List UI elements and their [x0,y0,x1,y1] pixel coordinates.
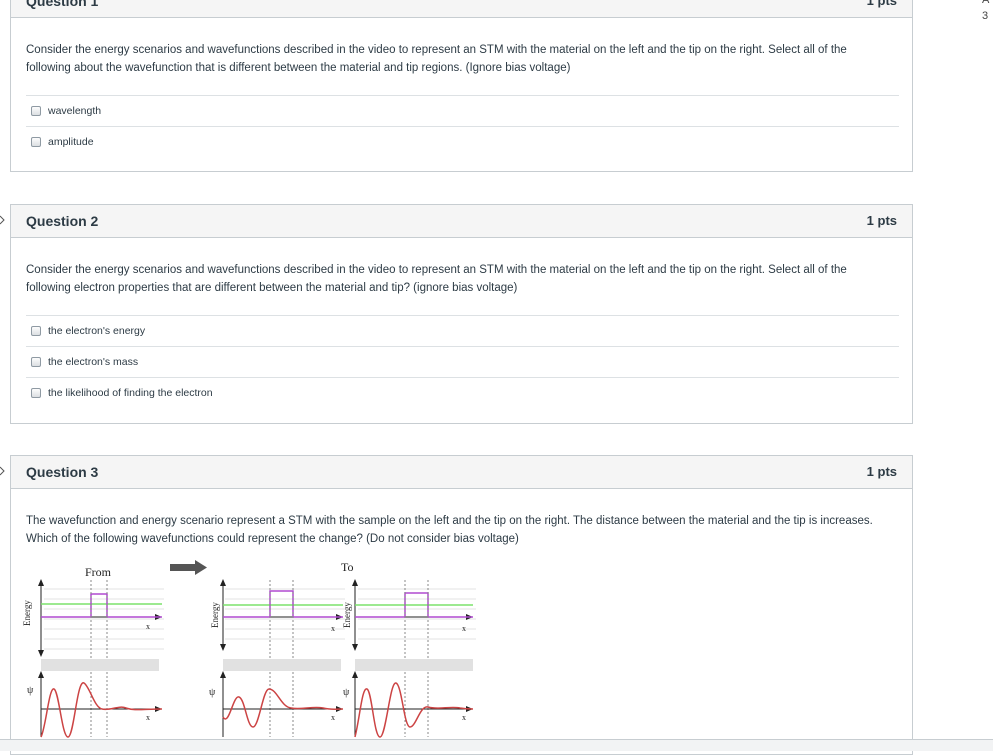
question-2-card: Question 2 1 pts Consider the energy sce… [10,204,913,424]
question-1-answers: wavelength amplitude [26,95,899,157]
question-1-text: Consider the energy scenarios and wavefu… [26,44,847,74]
psi-axis-label: ψ [27,685,34,696]
psi-axis-label: ψ [209,687,216,698]
answer-label: the electron's mass [48,356,139,368]
energy-axis-label: Energy [342,602,352,628]
answer-label: the likelihood of finding the electron [48,387,213,399]
energy-axis-label: Energy [22,600,32,626]
checkbox[interactable] [31,106,41,116]
bottom-scroll-bar[interactable] [0,739,993,751]
answer-label: the electron's energy [48,325,146,337]
question-1-card: Question 1 1 pts Consider the energy sce… [10,0,913,172]
question-1-points: 1 pts [866,0,897,8]
checkbox[interactable] [31,388,41,398]
x-axis-label: x [331,624,335,633]
answer-option[interactable]: amplitude [26,126,899,157]
answer-option[interactable]: the electron's energy [26,315,899,346]
psi-axis-label: ψ [343,687,350,698]
question-2-header: Question 2 1 pts [11,205,912,238]
chevron-right-icon [0,466,5,476]
question-2-title: Question 2 [26,213,99,229]
x-axis-label: x [462,624,466,633]
x-axis-label: x [146,622,150,631]
chevron-right-icon [0,215,5,225]
question-2-answers: the electron's energy the electron's mas… [26,315,899,408]
to-label: To [341,560,354,574]
checkbox[interactable] [31,326,41,336]
checkbox[interactable] [31,137,41,147]
question-1-title: Question 1 [26,0,99,9]
answer-option[interactable]: wavelength [26,95,899,126]
cut-off-label: A [982,0,993,6]
answer-label: amplitude [48,136,94,148]
question-3-header: Question 3 1 pts [11,456,912,489]
answer-option[interactable]: the electron's mass [26,346,899,377]
question-1-header: Question 1 1 pts [11,0,912,18]
answer-option[interactable]: the likelihood of finding the electron [26,377,899,408]
answer-label: wavelength [48,105,102,117]
arrow-right-icon [170,560,207,575]
cut-off-number: 3 [982,10,989,22]
question-3-text: The wavefunction and energy scenario rep… [26,515,873,545]
question-3-points: 1 pts [866,464,897,479]
checkbox[interactable] [31,357,41,367]
question-2-points: 1 pts [866,213,897,228]
x-axis-label: x [331,713,335,722]
question-2-text: Consider the energy scenarios and wavefu… [26,264,847,294]
energy-axis-label: Energy [210,602,220,628]
question-3-title: Question 3 [26,464,99,480]
x-axis-label: x [462,713,466,722]
x-axis-label: x [146,713,150,722]
